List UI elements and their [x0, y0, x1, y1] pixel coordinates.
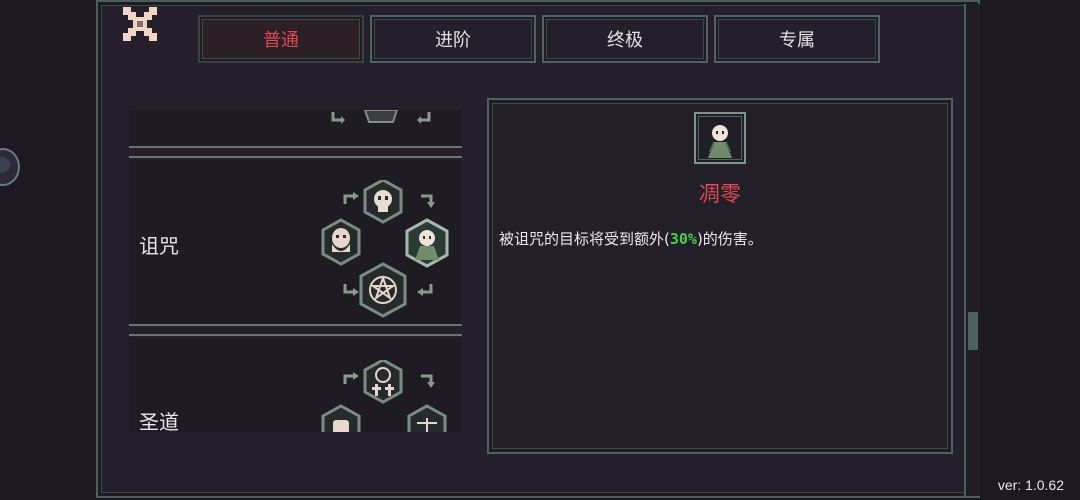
ghost-icon: [321, 218, 361, 266]
close-button[interactable]: [120, 4, 160, 44]
list-separator: [129, 156, 462, 158]
tab-ultimate-label: 终极: [607, 30, 643, 51]
category-label: 圣道: [139, 410, 179, 432]
curse-skill-cluster: [321, 180, 449, 318]
tab-exclusive[interactable]: 专属: [714, 15, 880, 63]
tab-ultimate[interactable]: 终极: [542, 15, 708, 63]
skill-description-text: 被诅咒的目标将受到额外(: [499, 230, 670, 248]
skill-description: 被诅咒的目标将受到额外(30%)的伤害。: [499, 228, 763, 249]
selected-skill-icon: [694, 112, 746, 164]
version-label: ver: 1.0.62: [997, 477, 1064, 493]
fist-icon: [321, 404, 361, 432]
scrollbar-track[interactable]: [964, 4, 980, 496]
list-item-curse[interactable]: 诅咒: [129, 160, 462, 324]
skill-title: 凋零: [699, 182, 741, 206]
close-icon: [123, 7, 157, 41]
monk-icon: [708, 125, 732, 158]
list-separator: [129, 146, 462, 148]
tab-normal-label: 普通: [263, 30, 299, 51]
scrollbar-thumb[interactable]: [968, 312, 978, 350]
arrow-icon: [331, 110, 431, 124]
list-item-holy[interactable]: 圣道: [129, 338, 462, 432]
skill-detail-panel: 凋零 被诅咒的目标将受到额外(30%)的伤害。: [487, 98, 953, 454]
tab-advanced[interactable]: 进阶: [370, 15, 536, 63]
list-item-partial[interactable]: [129, 110, 462, 146]
side-menu-handle[interactable]: [0, 148, 20, 186]
skill-category-list[interactable]: 诅咒 圣道: [129, 110, 462, 432]
holy-skill-cluster: [321, 360, 447, 432]
tab-exclusive-label: 专属: [779, 30, 815, 51]
list-separator: [129, 334, 462, 336]
skull-icon: [363, 180, 403, 224]
tab-advanced-label: 进阶: [435, 30, 471, 51]
skill-description-tail: )的伤害。: [696, 230, 763, 248]
monk-icon: [405, 218, 449, 268]
pentagram-icon: [359, 262, 407, 318]
holy-symbol-icon: [363, 360, 403, 404]
category-label: 诅咒: [139, 234, 179, 258]
tab-normal[interactable]: 普通: [198, 15, 364, 63]
scales-icon: [407, 404, 447, 432]
list-separator: [129, 324, 462, 326]
skill-value-highlight: 30%: [669, 230, 697, 248]
